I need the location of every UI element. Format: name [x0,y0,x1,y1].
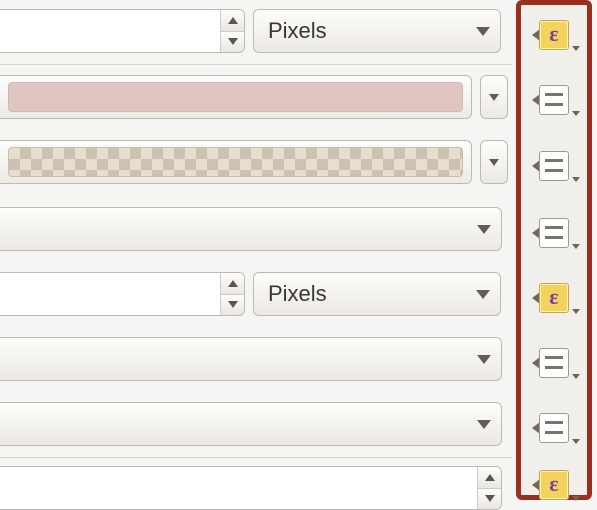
color-swatch-2 [8,147,463,177]
animator-buttons-strip: ε ε ε [516,0,592,500]
chevron-down-icon [572,374,580,379]
chevron-down-icon [489,159,499,166]
spin-up-2[interactable] [221,273,244,294]
chevron-up-icon [228,280,238,287]
color-options-1[interactable] [480,75,508,119]
spin-up-1[interactable] [221,10,244,31]
spin-buttons-1 [220,10,244,52]
chevron-down-icon [572,46,580,51]
chevron-down-icon [572,111,580,116]
divider [0,64,512,65]
animator-btn-2[interactable] [521,82,587,118]
chevron-down-icon [572,177,580,182]
option-combo-3[interactable] [0,402,502,446]
option-combo-1[interactable] [0,207,502,251]
animator-btn-4[interactable] [521,215,587,251]
value-field-3[interactable] [0,467,477,509]
chevron-down-icon [476,290,490,299]
value-field-1[interactable] [0,10,220,52]
units-combo-1-label: Pixels [268,18,327,44]
spin-buttons-3 [477,467,501,509]
value-spinner-1[interactable] [0,9,245,53]
chevron-down-icon [477,225,491,234]
value-spinner-3[interactable] [0,466,502,510]
animator-btn-3[interactable] [521,148,587,184]
chevron-down-icon [476,27,490,36]
epsilon-icon: ε [539,20,569,50]
list-icon [539,218,569,248]
chevron-down-icon [572,244,580,249]
chevron-down-icon [485,495,495,502]
chevron-down-icon [228,38,238,45]
spin-down-1[interactable] [221,31,244,53]
units-combo-2-label: Pixels [268,281,327,307]
chevron-down-icon [572,309,580,314]
units-combo-2[interactable]: Pixels [253,272,501,316]
list-icon [539,151,569,181]
value-spinner-2[interactable] [0,272,245,316]
chevron-up-icon [485,474,495,481]
list-icon [539,348,569,378]
divider [0,457,512,458]
chevron-up-icon [228,17,238,24]
list-icon [539,413,569,443]
epsilon-icon: ε [539,470,569,500]
chevron-down-icon [489,94,499,101]
animator-btn-6[interactable] [521,345,587,381]
units-combo-1[interactable]: Pixels [253,9,501,53]
chevron-down-icon [572,439,580,444]
chevron-down-icon [477,355,491,364]
color-well-1[interactable] [0,75,472,119]
color-options-2[interactable] [480,140,508,184]
value-field-2[interactable] [0,273,220,315]
spin-down-2[interactable] [221,294,244,316]
chevron-down-icon [228,301,238,308]
epsilon-icon: ε [539,283,569,313]
spin-up-3[interactable] [478,467,501,488]
animator-btn-8[interactable]: ε [521,467,587,503]
spin-buttons-2 [220,273,244,315]
animator-btn-1[interactable]: ε [521,17,587,53]
animator-btn-5[interactable]: ε [521,280,587,316]
properties-column: Pixels [0,0,512,506]
option-combo-2[interactable] [0,337,502,381]
color-well-2[interactable] [0,140,472,184]
animator-btn-7[interactable] [521,410,587,446]
list-icon [539,85,569,115]
chevron-down-icon [572,496,580,501]
chevron-down-icon [477,420,491,429]
color-swatch-1 [8,82,463,112]
